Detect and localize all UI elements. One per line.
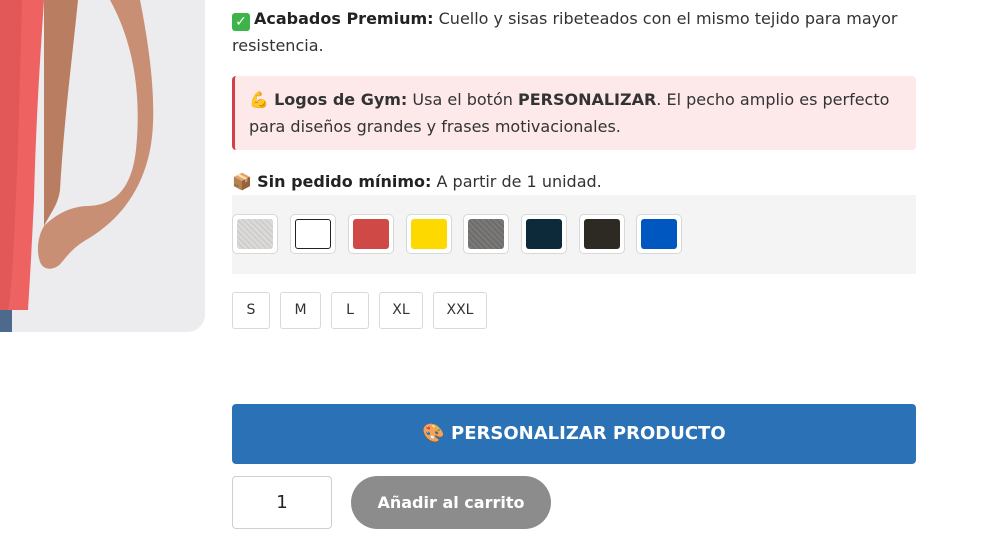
color-swatch-yellow[interactable] [406, 214, 452, 254]
color-swatch-white[interactable] [290, 214, 336, 254]
min-order-label: Sin pedido mínimo: [257, 172, 432, 191]
product-image [0, 0, 205, 332]
premium-label: Acabados Premium: [254, 9, 434, 28]
color-swatch-black[interactable] [579, 214, 625, 254]
personalize-button-label: PERSONALIZAR PRODUCTO [451, 423, 726, 444]
personalize-product-button[interactable]: 🎨 PERSONALIZAR PRODUCTO [232, 404, 916, 464]
color-swatch-navy[interactable] [521, 214, 567, 254]
personalize-highlight: PERSONALIZAR [517, 90, 657, 109]
swatch-fill [641, 219, 677, 249]
gym-logos-text-before: Usa el botón [407, 90, 518, 109]
min-order-text: 📦 Sin pedido mínimo: A partir de 1 unida… [232, 168, 912, 195]
gym-logos-label: Logos de Gym: [274, 90, 408, 109]
premium-feature-text: ✓ Acabados Premium: Cuello y sisas ribete… [232, 5, 912, 59]
flexed-biceps-icon: 💪 [249, 90, 269, 109]
swatch-fill [237, 219, 273, 249]
swatch-fill [584, 219, 620, 249]
color-swatch-royal-blue[interactable] [636, 214, 682, 254]
color-swatch-red[interactable] [348, 214, 394, 254]
quantity-input[interactable] [232, 476, 332, 529]
size-button-m[interactable]: M [280, 292, 321, 329]
size-button-s[interactable]: S [232, 292, 270, 329]
size-button-xxl[interactable]: XXL [433, 292, 487, 329]
min-order-description: A partir de 1 unidad. [431, 172, 602, 191]
swatch-fill [411, 219, 447, 249]
gym-logos-alert: 💪 Logos de Gym: Usa el botón PERSONALIZA… [232, 76, 916, 150]
swatch-fill [353, 219, 389, 249]
swatch-fill [526, 219, 562, 249]
color-swatch-heather-grey[interactable] [232, 214, 278, 254]
swatch-fill [295, 219, 331, 249]
size-button-l[interactable]: L [331, 292, 369, 329]
add-to-cart-button[interactable]: Añadir al carrito [351, 476, 551, 529]
package-icon: 📦 [232, 172, 252, 191]
model-photo [0, 0, 205, 332]
color-selector [232, 195, 916, 274]
palette-icon: 🎨 [422, 423, 445, 444]
check-icon: ✓ [232, 13, 250, 31]
swatch-fill [468, 219, 504, 249]
color-swatch-dark-heather[interactable] [463, 214, 509, 254]
size-button-xl[interactable]: XL [379, 292, 423, 329]
